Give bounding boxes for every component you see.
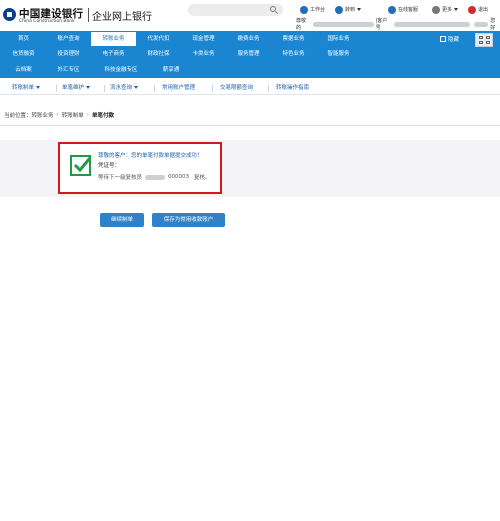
chevron-down-icon [357, 8, 362, 11]
nav-ecommerce[interactable]: 电子商务 [91, 47, 136, 61]
sub-nav: 转账制单 单笔维护 流水查询 常用账户管理 交易限额查询 转账操作指南 [0, 80, 500, 95]
breadcrumb-item-transfer[interactable]: 转账业务 [32, 111, 54, 119]
checkmark-icon [70, 155, 91, 176]
nav-cash-management[interactable]: 现金管理 [181, 32, 226, 46]
user-name-redacted [312, 21, 374, 27]
logout-label: 退出 [478, 7, 489, 13]
nav-bill-payment[interactable]: 缴费业务 [226, 32, 271, 46]
breadcrumb-label: 当前位置： [4, 113, 32, 119]
nav-credit[interactable]: 信贷融资 [1, 47, 46, 61]
more-menu[interactable]: 更多 [432, 5, 459, 14]
workbench-icon [300, 5, 308, 14]
content-divider [0, 125, 500, 126]
main-nav-row-3: 云档案 外汇专区 科技金融专区 薪享通 [0, 63, 435, 78]
nav-service-mgmt[interactable]: 服务管理 [226, 47, 271, 61]
nav-international[interactable]: 国际业务 [316, 32, 361, 46]
wait-prefix: 等待下一级复核员 [98, 175, 143, 181]
user-info: 尊敬的 |客户号 您好 [296, 18, 500, 31]
nav-featured[interactable]: 特色业务 [271, 47, 316, 61]
nav-smart-service[interactable]: 智能服务 [316, 47, 361, 61]
success-title: 尊敬的客户：您的单笔付款单据提交成功！ [98, 153, 203, 159]
more-icon [432, 5, 440, 14]
breadcrumb-item-order[interactable]: 转账制单 [62, 111, 84, 119]
goto-label: 转到 [345, 7, 356, 13]
nav-payroll[interactable]: 代发代扣 [136, 32, 181, 46]
nav-tech-finance[interactable]: 科技金融专区 [91, 63, 151, 77]
grid-menu-button[interactable] [475, 33, 493, 47]
user-role-redacted [474, 21, 489, 27]
online-service-link[interactable]: 在线客服 [388, 5, 418, 14]
collapse-icon [440, 36, 446, 42]
chevron-down-icon [86, 85, 91, 89]
customer-no-redacted [393, 21, 471, 27]
subnav-flow-query[interactable]: 流水查询 [110, 83, 139, 91]
search-input[interactable] [188, 4, 283, 16]
breadcrumb: 当前位置： 转账业务 › 转账制单 › 单笔付款 [4, 111, 114, 119]
workbench-label: 工作台 [310, 7, 326, 13]
subnav-limit-query[interactable]: 交易限额查询 [220, 83, 253, 91]
subnav-label: 单笔维护 [62, 85, 85, 91]
reviewer-id: 000003 [168, 174, 190, 180]
subnav-common-accounts[interactable]: 常用账户管理 [162, 83, 195, 91]
wait-review-text: 等待下一级复核员 000003 复核。 [98, 173, 211, 181]
voucher-label: 凭证号： [98, 163, 121, 169]
save-common-account-button[interactable]: 保存为常用收款账户 [152, 213, 225, 227]
nav-notes[interactable]: 票据业务 [271, 32, 316, 46]
nav-forex[interactable]: 外汇专区 [46, 63, 91, 77]
ccb-logo-icon [3, 8, 16, 21]
subnav-label: 转账操作指南 [276, 85, 310, 91]
header: 中国建设银行 China Construction Bank 企业网上银行 工作… [0, 0, 500, 31]
honorific: 您好 [490, 18, 496, 31]
headset-icon [388, 5, 396, 14]
subnav-guide[interactable]: 转账操作指南 [276, 83, 309, 91]
subnav-transfer-order[interactable]: 转账制单 [12, 83, 41, 91]
wait-suffix: 复核。 [194, 175, 211, 181]
subnav-label: 流水查询 [110, 85, 133, 91]
workbench-link[interactable]: 工作台 [300, 5, 325, 14]
nav-cloud-archive[interactable]: 云档案 [1, 63, 46, 77]
search-icon[interactable] [270, 6, 276, 12]
nav-card[interactable]: 卡类业务 [181, 47, 226, 61]
breadcrumb-item-current: 单笔付款 [91, 113, 114, 119]
nav-salary[interactable]: 薪享通 [151, 63, 191, 77]
goto-menu[interactable]: 转到 [335, 5, 362, 14]
fold-nav-button[interactable]: 隐藏 [440, 35, 459, 43]
chevron-right-icon: › [86, 112, 89, 118]
nav-investment[interactable]: 投资理财 [46, 47, 91, 61]
chevron-right-icon: › [56, 112, 59, 118]
reviewer-name-redacted [145, 174, 166, 180]
more-label: 更多 [442, 7, 453, 13]
bank-name-en: China Construction Bank [19, 19, 75, 24]
logout-button[interactable]: 退出 [468, 5, 488, 14]
power-icon [468, 5, 476, 14]
logo-divider [88, 8, 89, 22]
success-message-box: 尊敬的客户：您的单笔付款单据提交成功！ 凭证号： 等待下一级复核员 000003… [58, 142, 222, 194]
goto-icon [335, 5, 343, 14]
user-prefix: 尊敬的 [296, 18, 307, 31]
main-nav-row-2: 信贷融资 投资理财 电子商务 财政社保 卡类业务 服务管理 特色业务 智能服务 [0, 47, 435, 62]
chevron-down-icon [134, 85, 139, 89]
subnav-label: 交易限额查询 [220, 85, 254, 91]
grid-icon [479, 36, 483, 39]
subnav-label: 转账制单 [12, 85, 35, 91]
fold-label: 隐藏 [448, 37, 460, 43]
nav-home[interactable]: 首页 [1, 32, 46, 46]
online-service-label: 在线客服 [398, 7, 419, 13]
nav-account-query[interactable]: 账户查询 [46, 32, 91, 46]
continue-order-button[interactable]: 继续制单 [100, 213, 144, 227]
nav-transfer[interactable]: 转账业务 [91, 32, 136, 46]
nav-social-security[interactable]: 财政社保 [136, 47, 181, 61]
customer-no-label: |客户号 [375, 18, 388, 31]
main-nav-row-1: 首页 账户查询 转账业务 代发代扣 现金管理 缴费业务 票据业务 国际业务 [0, 32, 435, 47]
chevron-down-icon [454, 8, 459, 11]
subnav-label: 常用账户管理 [162, 85, 196, 91]
subnav-single-maintain[interactable]: 单笔维护 [62, 83, 91, 91]
main-nav: 首页 账户查询 转账业务 代发代扣 现金管理 缴费业务 票据业务 国际业务 信贷… [0, 31, 500, 78]
chevron-down-icon [36, 85, 41, 89]
site-title: 企业网上银行 [92, 12, 152, 23]
